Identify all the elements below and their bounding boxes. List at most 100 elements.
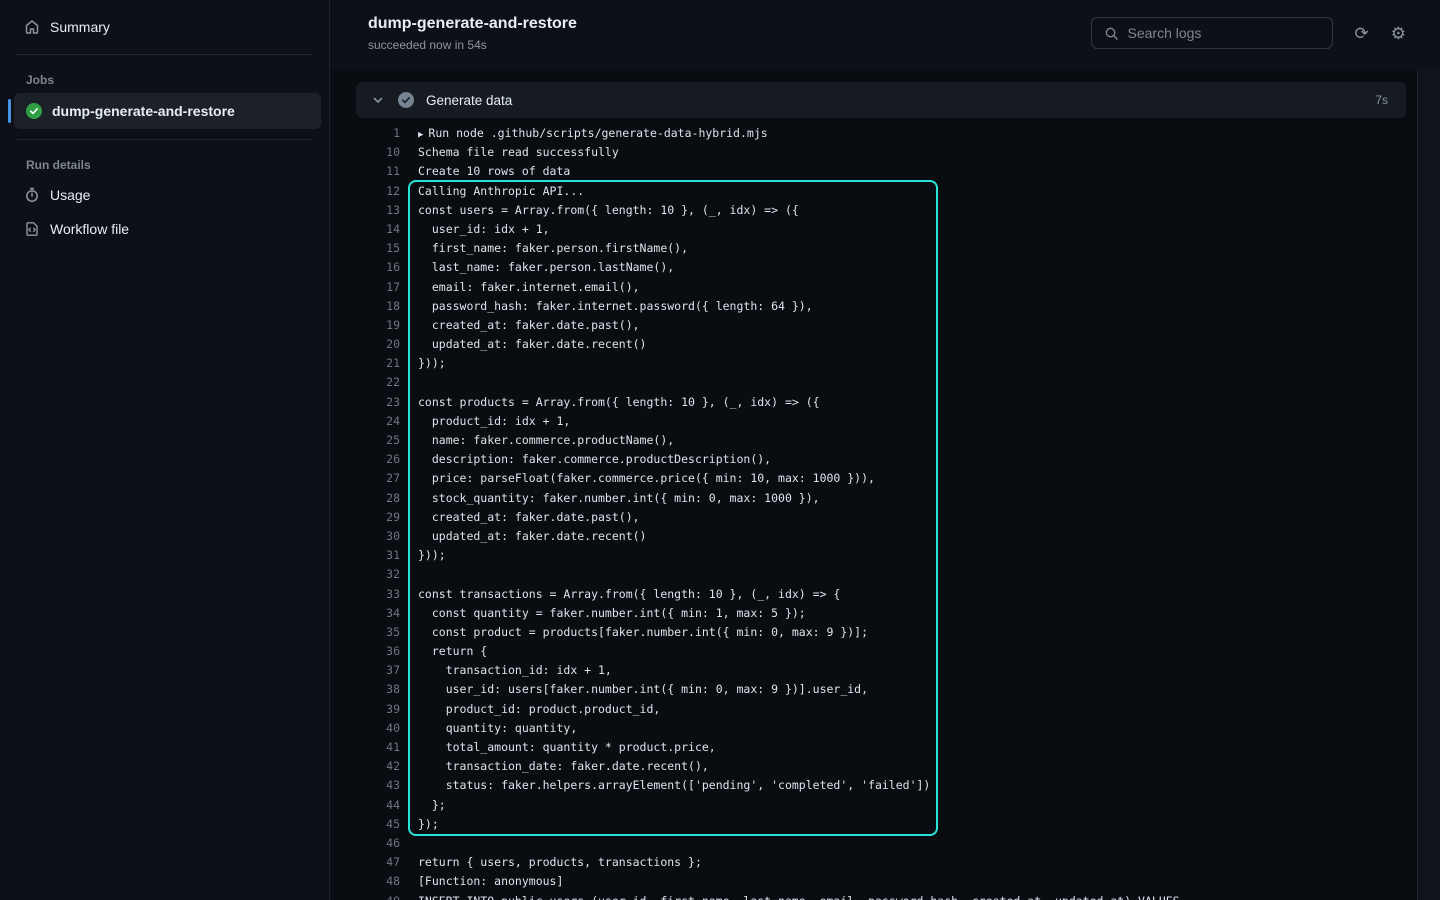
stopwatch-icon bbox=[24, 187, 40, 203]
log-line-number: 30 bbox=[331, 527, 400, 546]
log-row[interactable]: 22 bbox=[331, 373, 1417, 392]
log-row[interactable]: 26 description: faker.commerce.productDe… bbox=[331, 450, 1417, 469]
search-logs-box[interactable] bbox=[1091, 17, 1333, 49]
log-row[interactable]: 42 transaction_date: faker.date.recent()… bbox=[331, 757, 1417, 776]
log-row[interactable]: 28 stock_quantity: faker.number.int({ mi… bbox=[331, 489, 1417, 508]
log-row[interactable]: 15 first_name: faker.person.firstName(), bbox=[331, 239, 1417, 258]
log-line-number: 15 bbox=[331, 239, 400, 258]
log-row[interactable]: 38 user_id: users[faker.number.int({ min… bbox=[331, 680, 1417, 699]
log-row[interactable]: 29 created_at: faker.date.past(), bbox=[331, 508, 1417, 527]
log-row[interactable]: 36 return { bbox=[331, 642, 1417, 661]
log-line-text: user_id: idx + 1, bbox=[400, 220, 550, 239]
log-row[interactable]: 45}); bbox=[331, 815, 1417, 834]
log-row[interactable]: 44 }; bbox=[331, 796, 1417, 815]
run-status-text: succeeded now in 54s bbox=[368, 38, 577, 52]
sidebar-divider bbox=[16, 54, 313, 55]
log-row[interactable]: 25 name: faker.commerce.productName(), bbox=[331, 431, 1417, 450]
log-lines: 1▶Run node .github/scripts/generate-data… bbox=[331, 118, 1417, 900]
log-line-text: description: faker.commerce.productDescr… bbox=[400, 450, 771, 469]
log-row[interactable]: 20 updated_at: faker.date.recent() bbox=[331, 335, 1417, 354]
log-line-number: 28 bbox=[331, 489, 400, 508]
log-row[interactable]: 16 last_name: faker.person.lastName(), bbox=[331, 258, 1417, 277]
log-line-number: 26 bbox=[331, 450, 400, 469]
log-row[interactable]: 33const transactions = Array.from({ leng… bbox=[331, 585, 1417, 604]
expand-group-icon[interactable]: ▶ bbox=[418, 130, 423, 140]
sidebar-item-summary[interactable]: Summary bbox=[8, 10, 321, 44]
sidebar-item-workflow-file[interactable]: Workflow file bbox=[8, 212, 321, 246]
refresh-icon: ⟳ bbox=[1355, 24, 1369, 43]
log-line-number: 43 bbox=[331, 776, 400, 795]
log-row[interactable]: 32 bbox=[331, 565, 1417, 584]
log-line-number: 47 bbox=[331, 853, 400, 872]
sidebar-item-usage[interactable]: Usage bbox=[8, 178, 321, 212]
log-line-text: total_amount: quantity * product.price, bbox=[400, 738, 716, 757]
log-row[interactable]: 14 user_id: idx + 1, bbox=[331, 220, 1417, 239]
log-row[interactable]: 24 product_id: idx + 1, bbox=[331, 412, 1417, 431]
log-line-text: const users = Array.from({ length: 10 },… bbox=[400, 201, 799, 220]
run-details-section-label: Run details bbox=[0, 150, 329, 178]
log-line-number: 19 bbox=[331, 316, 400, 335]
log-row[interactable]: 46 bbox=[331, 834, 1417, 853]
page-title: dump-generate-and-restore bbox=[368, 15, 577, 33]
log-row[interactable]: 37 transaction_id: idx + 1, bbox=[331, 661, 1417, 680]
log-row[interactable]: 12Calling Anthropic API... bbox=[331, 182, 1417, 201]
log-line-text: }); bbox=[400, 815, 439, 834]
log-line-number: 48 bbox=[331, 872, 400, 891]
log-line-number: 25 bbox=[331, 431, 400, 450]
log-line-number: 40 bbox=[331, 719, 400, 738]
log-line-text: }; bbox=[400, 796, 446, 815]
log-line-number: 24 bbox=[331, 412, 400, 431]
log-line-text: email: faker.internet.email(), bbox=[400, 278, 640, 297]
log-line-text: [Function: anonymous] bbox=[400, 872, 563, 891]
log-scrollbar-gutter[interactable] bbox=[1419, 70, 1440, 900]
log-row[interactable]: 10Schema file read successfully bbox=[331, 143, 1417, 162]
log-row[interactable]: 39 product_id: product.product_id, bbox=[331, 700, 1417, 719]
log-row[interactable]: 11Create 10 rows of data bbox=[331, 162, 1417, 181]
log-row[interactable]: 31})); bbox=[331, 546, 1417, 565]
log-row[interactable]: 34 const quantity = faker.number.int({ m… bbox=[331, 604, 1417, 623]
log-row[interactable]: 43 status: faker.helpers.arrayElement(['… bbox=[331, 776, 1417, 795]
log-settings-button[interactable]: ⚙ bbox=[1391, 25, 1406, 42]
log-row[interactable]: 49INSERT INTO public.users (user_id, fir… bbox=[331, 892, 1417, 900]
refresh-logs-button[interactable]: ⟳ bbox=[1355, 25, 1369, 42]
log-line-text: password_hash: faker.internet.password({… bbox=[400, 297, 813, 316]
sidebar: Summary Jobs dump-generate-and-restore R… bbox=[0, 0, 330, 900]
sidebar-item-job-dump-generate-and-restore[interactable]: dump-generate-and-restore bbox=[14, 93, 321, 129]
log-row[interactable]: 18 password_hash: faker.internet.passwor… bbox=[331, 297, 1417, 316]
log-row[interactable]: 1▶Run node .github/scripts/generate-data… bbox=[331, 124, 1417, 143]
log-line-number: 29 bbox=[331, 508, 400, 527]
log-row[interactable]: 48[Function: anonymous] bbox=[331, 872, 1417, 891]
chevron-down-icon[interactable] bbox=[370, 92, 386, 108]
log-line-number: 38 bbox=[331, 680, 400, 699]
step-header-generate-data[interactable]: Generate data 7s bbox=[356, 82, 1406, 118]
log-row[interactable]: 13const users = Array.from({ length: 10 … bbox=[331, 201, 1417, 220]
log-line-text: product_id: product.product_id, bbox=[400, 700, 660, 719]
log-row[interactable]: 17 email: faker.internet.email(), bbox=[331, 278, 1417, 297]
log-line-text: status: faker.helpers.arrayElement(['pen… bbox=[400, 776, 930, 795]
log-row[interactable]: 27 price: parseFloat(faker.commerce.pric… bbox=[331, 469, 1417, 488]
run-title-block: dump-generate-and-restore succeeded now … bbox=[368, 15, 577, 52]
log-row[interactable]: 23const products = Array.from({ length: … bbox=[331, 393, 1417, 412]
log-line-number: 45 bbox=[331, 815, 400, 834]
log-line-text: ▶Run node .github/scripts/generate-data-… bbox=[400, 124, 768, 143]
gear-icon: ⚙ bbox=[1391, 24, 1406, 43]
search-logs-input[interactable] bbox=[1128, 25, 1320, 41]
log-line-number: 20 bbox=[331, 335, 400, 354]
log-line-number: 49 bbox=[331, 892, 400, 900]
log-line-number: 36 bbox=[331, 642, 400, 661]
log-row[interactable]: 40 quantity: quantity, bbox=[331, 719, 1417, 738]
log-row[interactable]: 35 const product = products[faker.number… bbox=[331, 623, 1417, 642]
log-row[interactable]: 41 total_amount: quantity * product.pric… bbox=[331, 738, 1417, 757]
log-line-text: })); bbox=[400, 354, 446, 373]
log-line-text: Calling Anthropic API... bbox=[400, 182, 584, 201]
log-line-number: 23 bbox=[331, 393, 400, 412]
log-row[interactable]: 30 updated_at: faker.date.recent() bbox=[331, 527, 1417, 546]
log-row[interactable]: 21})); bbox=[331, 354, 1417, 373]
home-icon bbox=[24, 19, 40, 35]
log-line-text: transaction_id: idx + 1, bbox=[400, 661, 612, 680]
log-row[interactable]: 19 created_at: faker.date.past(), bbox=[331, 316, 1417, 335]
log-line-number: 32 bbox=[331, 565, 400, 584]
log-line-text: price: parseFloat(faker.commerce.price({… bbox=[400, 469, 875, 488]
log-line-text: updated_at: faker.date.recent() bbox=[400, 527, 646, 546]
log-row[interactable]: 47return { users, products, transactions… bbox=[331, 853, 1417, 872]
